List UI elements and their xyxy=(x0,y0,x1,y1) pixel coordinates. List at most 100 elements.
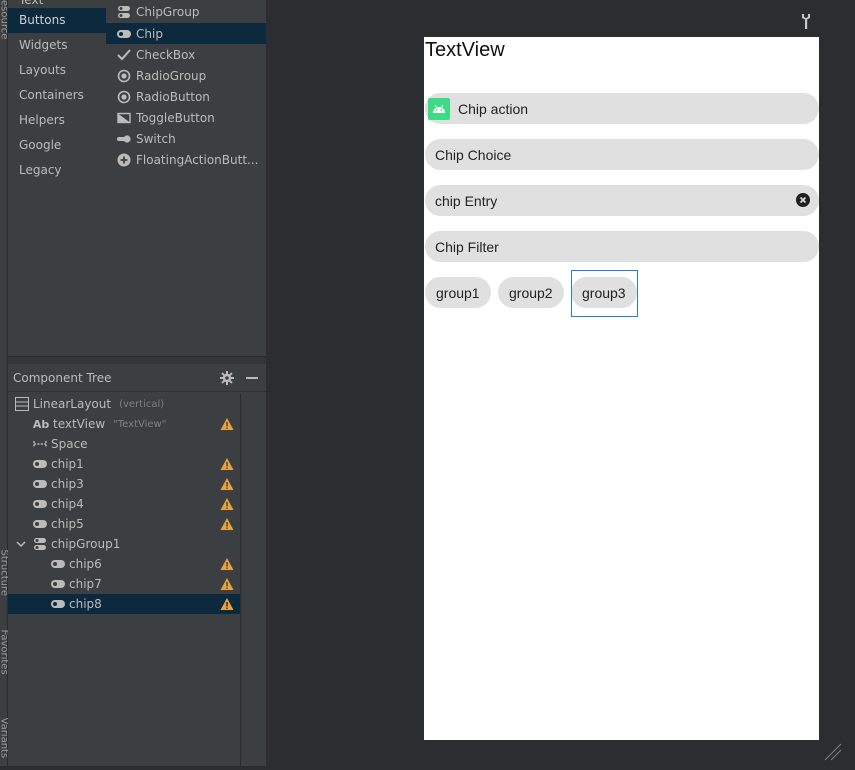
chip-label: chip Entry xyxy=(435,192,498,209)
warning-icon[interactable] xyxy=(220,597,234,611)
selection-outline xyxy=(571,270,638,317)
togglebutton-icon xyxy=(117,111,131,125)
tree-divider xyxy=(240,394,241,766)
tree-node-hint: (vertical) xyxy=(119,398,165,410)
tree-node-label: chip6 xyxy=(69,557,102,571)
category-text[interactable]: Text xyxy=(8,0,106,8)
component-tree-body: LinearLayout (vertical) Ab textView "Tex… xyxy=(8,394,240,614)
chipgroup-icon xyxy=(33,537,47,551)
chip-label: Chip Choice xyxy=(435,146,512,163)
chip-label: Chip action xyxy=(458,100,529,117)
category-google[interactable]: Google xyxy=(8,133,106,158)
preview-group-chip-2[interactable]: group2 xyxy=(498,277,564,308)
widget-label: Switch xyxy=(136,131,176,146)
tree-node-chip8[interactable]: chip8 xyxy=(8,594,240,614)
chip-icon xyxy=(117,27,131,41)
warning-icon[interactable] xyxy=(220,497,234,511)
textview-icon: Ab xyxy=(32,417,50,431)
tree-node-chipgroup1[interactable]: chipGroup1 xyxy=(8,534,240,554)
category-legacy[interactable]: Legacy xyxy=(8,158,106,183)
preview-chip-action[interactable]: Chip action xyxy=(425,93,819,124)
chip-icon xyxy=(33,517,47,531)
preview-textview[interactable]: TextView xyxy=(425,39,505,62)
chevron-down-icon[interactable] xyxy=(14,537,28,551)
widget-radiobutton[interactable]: RadioButton xyxy=(106,86,266,107)
checkmark-icon xyxy=(117,48,131,62)
category-widgets[interactable]: Widgets xyxy=(8,33,106,58)
design-surface: TextView Chip action Chip Choice chip En… xyxy=(266,0,855,766)
tree-node-chip5[interactable]: chip5 xyxy=(8,514,240,534)
widget-label: FloatingActionButt... xyxy=(136,152,259,167)
component-tree-title: Component Tree xyxy=(13,370,112,385)
chip-icon xyxy=(51,597,65,611)
radiogroup-icon xyxy=(117,69,131,83)
widget-chipgroup[interactable]: ChipGroup xyxy=(106,0,266,23)
wrench-icon[interactable] xyxy=(798,12,814,30)
warning-icon[interactable] xyxy=(220,457,234,471)
resize-handle-icon[interactable] xyxy=(821,740,843,762)
tree-node-label: LinearLayout xyxy=(33,397,112,411)
tree-node-chip7[interactable]: chip7 xyxy=(8,574,240,594)
widget-switch[interactable]: Switch xyxy=(106,128,266,149)
linearlayout-icon xyxy=(15,397,29,411)
tree-node-chip1[interactable]: chip1 xyxy=(8,454,240,474)
chip-icon xyxy=(33,477,47,491)
preview-group-chip-1[interactable]: group1 xyxy=(425,277,491,308)
tree-node-label: chip3 xyxy=(51,477,84,491)
palette-widget-list: ChipGroup Chip CheckBox RadioGroup Radio… xyxy=(106,0,266,170)
device-preview[interactable]: TextView Chip action Chip Choice chip En… xyxy=(424,37,819,740)
widget-label: ToggleButton xyxy=(136,110,215,125)
component-tree-header: Component Tree xyxy=(8,364,266,392)
category-containers[interactable]: Containers xyxy=(8,83,106,108)
tree-node-textview[interactable]: Ab textView "TextView" xyxy=(8,414,240,434)
tree-node-hint: "TextView" xyxy=(113,418,167,430)
panel-splitter[interactable] xyxy=(8,356,266,364)
switch-icon xyxy=(117,132,131,146)
close-icon[interactable] xyxy=(796,193,810,207)
widget-floatingactionbutton[interactable]: FloatingActionButt... xyxy=(106,149,266,170)
widget-chip[interactable]: Chip xyxy=(106,23,266,44)
warning-icon[interactable] xyxy=(220,577,234,591)
tree-node-label: chip8 xyxy=(69,597,102,611)
chip-icon xyxy=(51,557,65,571)
preview-chip-entry[interactable]: chip Entry xyxy=(425,185,819,216)
chip-icon xyxy=(51,577,65,591)
tree-node-chip3[interactable]: chip3 xyxy=(8,474,240,494)
widget-togglebutton[interactable]: ToggleButton xyxy=(106,107,266,128)
widget-label: ChipGroup xyxy=(136,4,200,19)
chip-icon xyxy=(33,457,47,471)
tree-node-linearlayout[interactable]: LinearLayout (vertical) xyxy=(8,394,240,414)
category-helpers[interactable]: Helpers xyxy=(8,108,106,133)
component-tree-panel: Component Tree LinearLayout (vertical) A… xyxy=(8,364,266,766)
warning-icon[interactable] xyxy=(220,417,234,431)
preview-chip-filter[interactable]: Chip Filter xyxy=(425,231,819,262)
chip-label: Chip Filter xyxy=(435,238,499,255)
tree-node-space[interactable]: Space xyxy=(8,434,240,454)
space-icon xyxy=(33,437,47,451)
warning-icon[interactable] xyxy=(220,517,234,531)
tree-node-label: chip1 xyxy=(51,457,84,471)
minimize-icon[interactable] xyxy=(246,377,258,379)
android-icon xyxy=(428,97,450,120)
tree-node-label: chip7 xyxy=(69,577,102,591)
tree-node-label: chipGroup1 xyxy=(51,537,121,551)
tree-node-label: chip5 xyxy=(51,517,84,531)
widget-checkbox[interactable]: CheckBox xyxy=(106,44,266,65)
warning-icon[interactable] xyxy=(220,557,234,571)
tree-node-chip6[interactable]: chip6 xyxy=(8,554,240,574)
radiobutton-icon xyxy=(117,90,131,104)
preview-chip-choice[interactable]: Chip Choice xyxy=(425,139,819,170)
warning-icon[interactable] xyxy=(220,477,234,491)
chipgroup-icon xyxy=(117,5,131,19)
widget-label: RadioButton xyxy=(136,89,210,104)
category-buttons[interactable]: Buttons xyxy=(8,8,106,33)
chip-icon xyxy=(33,497,47,511)
category-layouts[interactable]: Layouts xyxy=(8,58,106,83)
tree-node-chip4[interactable]: chip4 xyxy=(8,494,240,514)
widget-label: RadioGroup xyxy=(136,68,207,83)
fab-icon xyxy=(117,153,131,167)
tree-node-label: textView xyxy=(53,417,106,431)
gear-icon[interactable] xyxy=(220,371,234,385)
widget-radiogroup[interactable]: RadioGroup xyxy=(106,65,266,86)
widget-label: CheckBox xyxy=(136,47,196,62)
